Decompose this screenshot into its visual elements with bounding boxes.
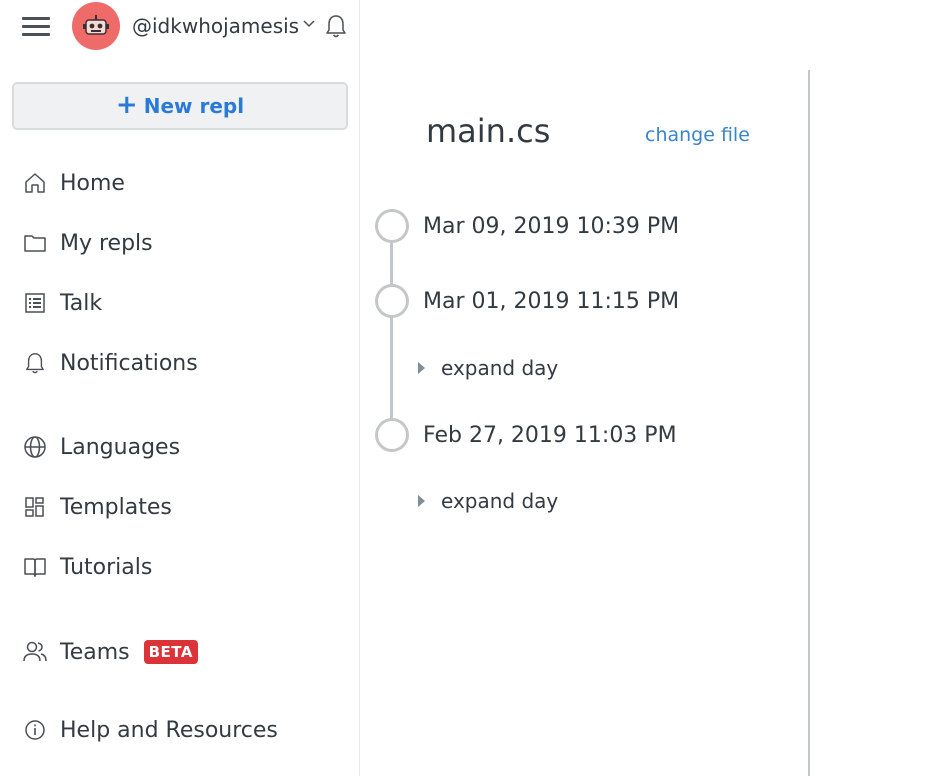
sidebar-item-notifications[interactable]: Notifications: [22, 343, 198, 383]
sidebar-item-languages[interactable]: Languages: [22, 427, 180, 467]
list-icon: [22, 290, 48, 316]
sidebar-header: @idkwhojamesis: [0, 0, 359, 56]
timeline-line: [390, 226, 393, 436]
version-timestamp[interactable]: Mar 01, 2019 11:15 PM: [423, 289, 679, 314]
sidebar-item-tutorials[interactable]: Tutorials: [22, 547, 152, 587]
chevron-down-icon[interactable]: [302, 17, 316, 31]
bell-icon: [22, 350, 48, 376]
sidebar-item-help[interactable]: Help and Resources: [22, 710, 278, 750]
expand-day-label: expand day: [441, 489, 559, 513]
new-repl-label: New repl: [143, 94, 245, 118]
robot-icon: [83, 15, 109, 35]
sidebar-item-label: Templates: [60, 494, 172, 520]
sidebar-item-label: Tutorials: [60, 554, 153, 580]
timeline-node[interactable]: [375, 418, 409, 452]
timeline-node[interactable]: [375, 284, 409, 318]
sidebar-item-label: Teams: [60, 639, 130, 665]
new-repl-button[interactable]: + New repl: [12, 82, 348, 130]
panel-divider[interactable]: [808, 70, 810, 776]
templates-icon: [22, 494, 48, 520]
sidebar-item-label: Home: [60, 170, 125, 196]
sidebar-item-talk[interactable]: Talk: [22, 283, 102, 323]
globe-icon: [22, 434, 48, 460]
home-icon: [22, 170, 48, 196]
caret-right-icon: [418, 362, 425, 374]
users-icon: [22, 639, 48, 665]
expand-day-label: expand day: [441, 356, 559, 380]
username[interactable]: @idkwhojamesis: [132, 14, 299, 38]
sidebar: @idkwhojamesis + New repl Home My repls …: [0, 0, 360, 776]
version-timestamp[interactable]: Feb 27, 2019 11:03 PM: [423, 423, 677, 448]
sidebar-item-home[interactable]: Home: [22, 163, 125, 203]
sidebar-item-templates[interactable]: Templates: [22, 487, 172, 527]
caret-right-icon: [418, 495, 425, 507]
sidebar-item-label: Help and Resources: [60, 717, 278, 743]
sidebar-item-label: Talk: [60, 290, 103, 316]
file-title: main.cs: [426, 112, 551, 150]
timeline-node[interactable]: [375, 209, 409, 243]
info-icon: [22, 717, 48, 743]
sidebar-item-teams[interactable]: Teams BETA: [22, 632, 198, 672]
history-panel: main.cs change file Mar 09, 2019 10:39 P…: [360, 0, 810, 776]
hamburger-menu-icon[interactable]: [22, 15, 50, 37]
expand-day-toggle[interactable]: expand day: [418, 489, 558, 513]
sidebar-item-my-repls[interactable]: My repls: [22, 223, 153, 263]
book-icon: [22, 554, 48, 580]
plus-icon: +: [115, 89, 138, 120]
sidebar-item-label: Notifications: [60, 350, 198, 376]
change-file-link[interactable]: change file: [645, 124, 750, 146]
bell-icon[interactable]: [324, 13, 348, 39]
folder-icon: [22, 230, 48, 256]
sidebar-item-label: Languages: [60, 434, 181, 460]
expand-day-toggle[interactable]: expand day: [418, 356, 558, 380]
sidebar-item-label: My repls: [60, 230, 153, 256]
version-timestamp[interactable]: Mar 09, 2019 10:39 PM: [423, 214, 679, 239]
avatar[interactable]: [72, 2, 120, 50]
beta-badge: BETA: [143, 640, 198, 664]
